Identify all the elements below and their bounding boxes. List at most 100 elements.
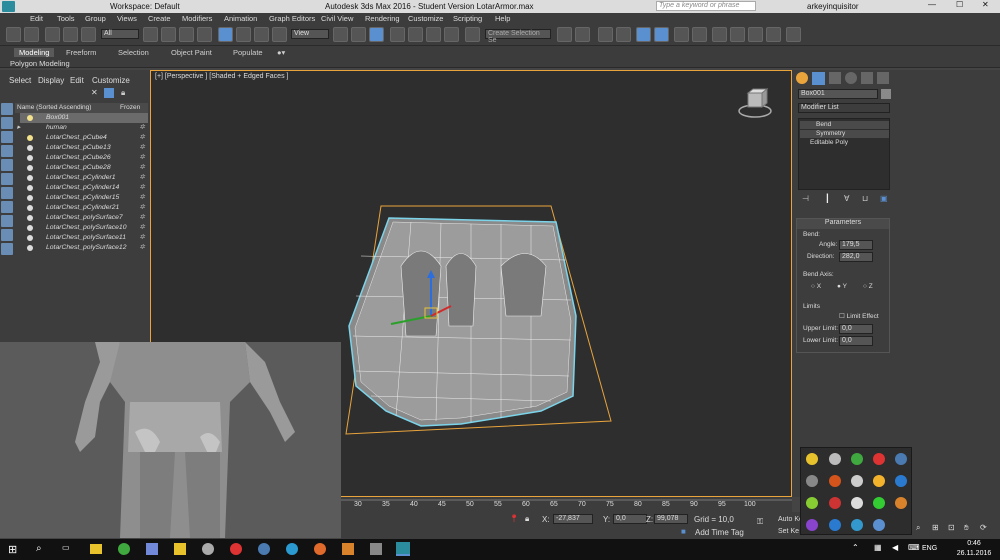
task-view-icon[interactable]: ▭ xyxy=(62,543,70,552)
list-item[interactable]: LotarChest_pCylinder1 ✲ xyxy=(20,173,148,183)
expand-arrow-icon[interactable]: ▸ xyxy=(17,123,20,131)
stack-item-bend[interactable]: Bend xyxy=(800,121,889,129)
3dsmax-taskbar-icon[interactable] xyxy=(396,542,410,556)
angle-spinner[interactable]: 179,5 xyxy=(839,240,873,250)
tray-app-icon[interactable] xyxy=(873,497,885,509)
modifier-list-dropdown[interactable]: Modifier List xyxy=(798,103,890,113)
stack-item-editable-poly[interactable]: Editable Poly xyxy=(800,139,889,147)
select-by-name-icon[interactable] xyxy=(161,27,176,42)
yandex-icon[interactable] xyxy=(230,543,242,555)
filter-frozen-icon[interactable] xyxy=(1,243,13,255)
keyboard-shortcut-icon[interactable] xyxy=(369,27,384,42)
tray-steam-icon[interactable] xyxy=(895,453,907,465)
taskbar-app-icon[interactable] xyxy=(146,543,158,555)
list-item[interactable]: LotarChest_polySurface7 ✲ xyxy=(20,213,148,223)
tray-app-icon[interactable] xyxy=(895,475,907,487)
close-icon[interactable]: ✕ xyxy=(982,0,989,9)
zoom-extents-icon[interactable]: ⊡ xyxy=(948,523,955,532)
list-item[interactable]: LotarChest_polySurface10 ✲ xyxy=(20,223,148,233)
ribbon-toggle-icon[interactable] xyxy=(654,27,669,42)
list-item[interactable]: LotarChest_polySurface12 ✲ xyxy=(20,243,148,253)
limit-effect-checkbox[interactable]: ☐ Limit Effect xyxy=(839,312,879,320)
material-editor-icon[interactable] xyxy=(712,27,727,42)
menu-customize[interactable]: Customize xyxy=(408,14,443,23)
user-name[interactable]: arkeyinquisitor xyxy=(807,2,859,11)
tray-app-icon[interactable] xyxy=(851,497,863,509)
snaps-toggle-icon[interactable] xyxy=(390,27,405,42)
list-item[interactable]: LotarChest_pCube26 ✲ xyxy=(20,153,148,163)
pivot-center-icon[interactable] xyxy=(333,27,348,42)
angle-snap-icon[interactable] xyxy=(408,27,423,42)
rendered-frame-icon[interactable] xyxy=(748,27,763,42)
tray-app-icon[interactable] xyxy=(895,497,907,509)
menu-tools[interactable]: Tools xyxy=(57,14,75,23)
tray-app-icon[interactable] xyxy=(806,497,818,509)
filter-toggle-icon[interactable] xyxy=(104,88,114,98)
column-name[interactable]: Name (Sorted Ascending) xyxy=(17,104,91,111)
filter-spacewarps-icon[interactable] xyxy=(1,173,13,185)
filter-geometry-icon[interactable] xyxy=(1,103,13,115)
menu-scripting[interactable]: Scripting xyxy=(453,14,482,23)
list-item[interactable]: Box001 xyxy=(20,113,148,123)
tab-selection[interactable]: Selection xyxy=(118,48,149,57)
tab-modeling[interactable]: Modeling xyxy=(14,48,55,57)
start-icon[interactable]: ⊞ xyxy=(8,543,17,556)
hierarchy-tab-icon[interactable] xyxy=(829,72,841,84)
lock-selection-icon[interactable]: 🔒︎ xyxy=(525,514,529,524)
filter-helpers-icon[interactable] xyxy=(1,159,13,171)
keyboard-icon[interactable]: ⌨︎ xyxy=(908,543,920,552)
menu-civil-view[interactable]: Civil View xyxy=(321,14,353,23)
display-tab-icon[interactable] xyxy=(861,72,873,84)
schematic-view-icon[interactable] xyxy=(692,27,707,42)
move-icon[interactable] xyxy=(218,27,233,42)
make-unique-icon[interactable]: ∀ xyxy=(844,194,849,203)
undo-icon[interactable] xyxy=(6,27,21,42)
zoom-all-icon[interactable]: ⊞ xyxy=(932,523,939,532)
layer-explorer-icon[interactable] xyxy=(598,27,613,42)
rotate-icon[interactable] xyxy=(236,27,251,42)
modify-tab-icon[interactable] xyxy=(812,72,825,85)
mirror-icon[interactable] xyxy=(557,27,572,42)
steam-icon[interactable] xyxy=(258,543,270,555)
explorer-menu-customize[interactable]: Customize xyxy=(92,76,130,85)
column-frozen[interactable]: Frozen xyxy=(120,104,140,111)
search-icon[interactable]: ⌕ xyxy=(36,543,42,554)
firefox-icon[interactable] xyxy=(314,543,326,555)
list-item[interactable]: LotarChest_polySurface11 ✲ xyxy=(20,233,148,243)
parameters-title[interactable]: Parameters xyxy=(797,219,889,229)
link-icon[interactable] xyxy=(45,27,60,42)
pin-icon[interactable]: 📍︎ xyxy=(509,514,519,523)
tray-app-icon[interactable] xyxy=(873,519,885,531)
remove-modifier-icon[interactable]: ⊔ xyxy=(862,194,868,203)
tray-app-icon[interactable] xyxy=(806,475,818,487)
search-input[interactable]: Type a keyword or phrase xyxy=(656,1,756,11)
menu-group[interactable]: Group xyxy=(85,14,106,23)
menu-create[interactable]: Create xyxy=(148,14,171,23)
utilities-tab-icon[interactable] xyxy=(877,72,889,84)
list-item[interactable]: ▸ human ✲ xyxy=(17,123,148,133)
skype-icon[interactable] xyxy=(286,543,298,555)
tray-app-icon[interactable] xyxy=(873,453,885,465)
edit-named-selection-icon[interactable] xyxy=(465,27,480,42)
upper-limit-spinner[interactable]: 0,0 xyxy=(839,324,873,334)
explorer-menu-edit[interactable]: Edit xyxy=(70,76,84,85)
object-color-swatch[interactable] xyxy=(881,89,891,99)
filter-containers-icon[interactable] xyxy=(1,229,13,241)
lock-icon[interactable]: 🔒︎ xyxy=(121,88,125,98)
menu-rendering[interactable]: Rendering xyxy=(365,14,400,23)
clock-date[interactable]: 26.11.2016 xyxy=(951,550,997,557)
menu-graph-editors[interactable]: Graph Editors xyxy=(269,14,315,23)
skirt-model[interactable] xyxy=(341,196,631,441)
filter-groups-icon[interactable] xyxy=(1,187,13,199)
filter-cameras-icon[interactable] xyxy=(1,145,13,157)
tab-populate[interactable]: Populate xyxy=(233,48,263,57)
direction-spinner[interactable]: 282,0 xyxy=(839,252,873,262)
object-name-field[interactable]: Box001 xyxy=(798,89,878,99)
menu-views[interactable]: Views xyxy=(117,14,137,23)
list-item[interactable]: LotarChest_pCube13 ✲ xyxy=(20,143,148,153)
taskbar-app-icon[interactable] xyxy=(174,543,186,555)
volume-icon[interactable]: ◀︎ xyxy=(892,543,898,552)
pan-icon[interactable]: ✋︎ xyxy=(964,523,969,533)
redo-icon[interactable] xyxy=(24,27,39,42)
create-tab-icon[interactable] xyxy=(796,72,808,84)
